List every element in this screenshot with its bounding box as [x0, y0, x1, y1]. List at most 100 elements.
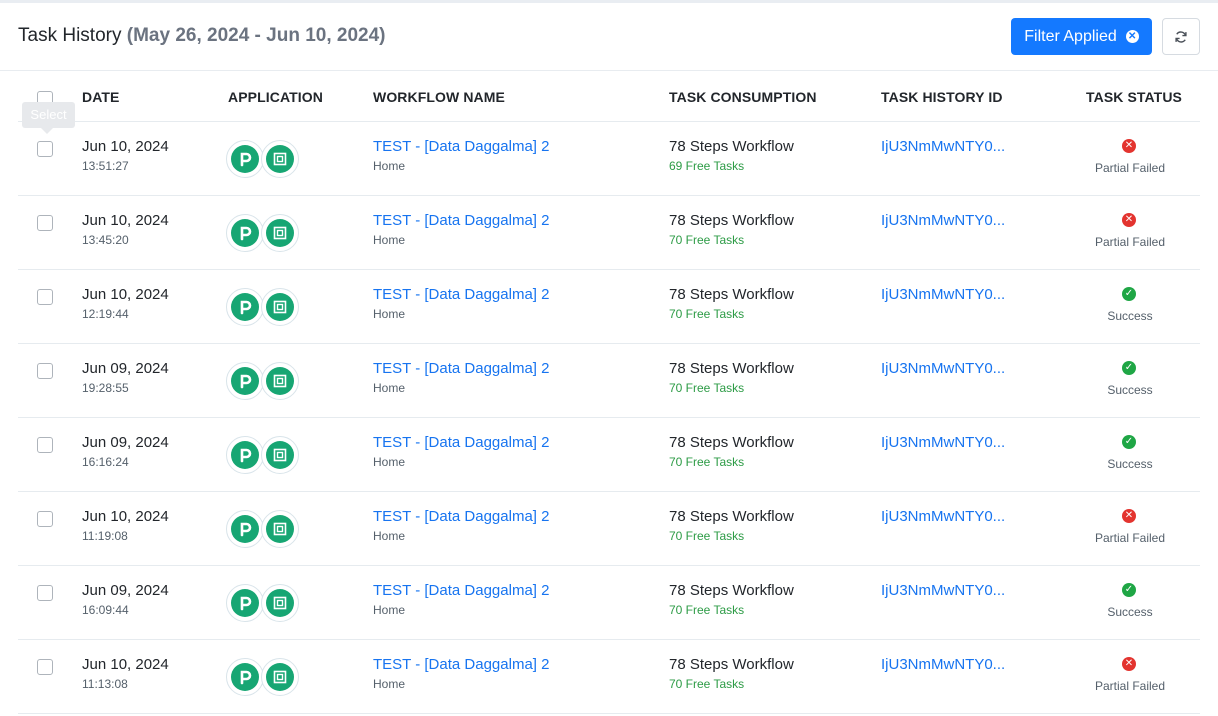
workflow-name-link[interactable]: TEST - [Data Daggalma] 2: [373, 286, 549, 303]
row-date: Jun 10, 2024: [82, 138, 169, 155]
pabbly-p-icon: [231, 293, 259, 321]
app-badge-module: [261, 584, 299, 622]
row-select-checkbox[interactable]: [37, 585, 53, 601]
workflow-name-link[interactable]: TEST - [Data Daggalma] 2: [373, 434, 549, 451]
row-select-checkbox[interactable]: [37, 215, 53, 231]
app-module-icon: [266, 293, 294, 321]
row-time: 13:51:27: [82, 159, 129, 173]
task-consumption-steps: 78 Steps Workflow: [669, 138, 794, 155]
row-date: Jun 10, 2024: [82, 286, 169, 303]
task-history-id-link[interactable]: IjU3NmMwNTY0...: [881, 508, 1005, 525]
task-status-text: Partial Failed: [1094, 531, 1166, 545]
column-header-task-status: TASK STATUS: [1086, 89, 1182, 105]
workflow-name-link[interactable]: TEST - [Data Daggalma] 2: [373, 212, 549, 229]
workflow-name-link[interactable]: TEST - [Data Daggalma] 2: [373, 508, 549, 525]
task-history-id-link[interactable]: IjU3NmMwNTY0...: [881, 138, 1005, 155]
filter-applied-label: Filter Applied: [1024, 27, 1117, 45]
refresh-icon: [1175, 30, 1187, 43]
row-divider: [18, 121, 1200, 122]
app-module-icon: [266, 589, 294, 617]
task-status-text: Partial Failed: [1094, 161, 1166, 175]
task-history-id-link[interactable]: IjU3NmMwNTY0...: [881, 434, 1005, 451]
app-module-icon: [266, 145, 294, 173]
row-select-checkbox[interactable]: [37, 511, 53, 527]
app-badge-module: [261, 436, 299, 474]
workflow-folder: Home: [373, 603, 406, 617]
app-module-icon: [266, 663, 294, 691]
task-consumption-steps: 78 Steps Workflow: [669, 212, 794, 229]
workflow-folder: Home: [373, 677, 406, 691]
success-status-icon: ✓: [1122, 583, 1136, 597]
refresh-button[interactable]: [1162, 18, 1200, 55]
workflow-name-link[interactable]: TEST - [Data Daggalma] 2: [373, 582, 549, 599]
task-consumption-steps: 78 Steps Workflow: [669, 360, 794, 377]
close-circle-icon[interactable]: ✕: [1125, 30, 1139, 43]
row-divider: [18, 713, 1200, 714]
pabbly-p-icon: [231, 441, 259, 469]
row-time: 19:28:55: [82, 381, 129, 395]
filter-applied-button[interactable]: Filter Applied ✕: [1011, 18, 1152, 55]
workflow-name-link[interactable]: TEST - [Data Daggalma] 2: [373, 656, 549, 673]
row-select-checkbox[interactable]: [37, 289, 53, 305]
task-consumption-steps: 78 Steps Workflow: [669, 434, 794, 451]
success-status-icon: ✓: [1122, 287, 1136, 301]
task-consumption-free: 69 Free Tasks: [669, 159, 745, 173]
task-status-text: Partial Failed: [1094, 235, 1166, 249]
row-time: 12:19:44: [82, 307, 129, 321]
workflow-name-link[interactable]: TEST - [Data Daggalma] 2: [373, 138, 549, 155]
app-module-icon: [266, 515, 294, 543]
select-tooltip: Select: [22, 102, 75, 134]
row-date: Jun 09, 2024: [82, 582, 169, 599]
row-divider: [18, 639, 1200, 640]
task-consumption-free: 70 Free Tasks: [669, 677, 745, 691]
pabbly-p-icon: [231, 219, 259, 247]
app-badge-pabbly: [226, 288, 264, 326]
column-header-application: APPLICATION: [228, 89, 323, 105]
row-select-checkbox[interactable]: [37, 141, 53, 157]
app-module-icon: [266, 367, 294, 395]
task-status-text: Success: [1107, 383, 1153, 397]
pabbly-p-icon: [231, 367, 259, 395]
row-date: Jun 10, 2024: [82, 656, 169, 673]
column-header-date[interactable]: DATE: [82, 89, 119, 105]
row-divider: [18, 269, 1200, 270]
task-history-id-link[interactable]: IjU3NmMwNTY0...: [881, 360, 1005, 377]
task-consumption-free: 70 Free Tasks: [669, 529, 745, 543]
pabbly-p-icon: [231, 145, 259, 173]
app-badge-pabbly: [226, 436, 264, 474]
row-time: 13:45:20: [82, 233, 129, 247]
task-history-id-link[interactable]: IjU3NmMwNTY0...: [881, 286, 1005, 303]
column-header-task-history-id: TASK HISTORY ID: [881, 89, 1003, 105]
row-time: 11:19:08: [82, 529, 128, 543]
task-status-text: Success: [1107, 457, 1153, 471]
task-history-id-link[interactable]: IjU3NmMwNTY0...: [881, 212, 1005, 229]
column-header-workflow-name: WORKFLOW NAME: [373, 89, 505, 105]
row-divider: [18, 343, 1200, 344]
page-title-text: Task History: [18, 25, 122, 46]
task-consumption-steps: 78 Steps Workflow: [669, 286, 794, 303]
task-status-text: Success: [1107, 309, 1153, 323]
row-divider: [18, 195, 1200, 196]
app-badge-pabbly: [226, 362, 264, 400]
row-select-checkbox[interactable]: [37, 659, 53, 675]
app-badge-module: [261, 140, 299, 178]
pabbly-p-icon: [231, 663, 259, 691]
failed-status-icon: ✕: [1122, 509, 1136, 523]
page-header: Task History (May 26, 2024 - Jun 10, 202…: [0, 3, 1218, 71]
row-time: 16:16:24: [82, 455, 129, 469]
task-consumption-free: 70 Free Tasks: [669, 307, 745, 321]
pabbly-p-icon: [231, 589, 259, 617]
task-history-id-link[interactable]: IjU3NmMwNTY0...: [881, 656, 1005, 673]
app-badge-module: [261, 362, 299, 400]
row-select-checkbox[interactable]: [37, 363, 53, 379]
row-select-checkbox[interactable]: [37, 437, 53, 453]
task-consumption-steps: 78 Steps Workflow: [669, 656, 794, 673]
app-module-icon: [266, 219, 294, 247]
workflow-name-link[interactable]: TEST - [Data Daggalma] 2: [373, 360, 549, 377]
workflow-folder: Home: [373, 381, 406, 395]
row-divider: [18, 565, 1200, 566]
task-consumption-free: 70 Free Tasks: [669, 603, 745, 617]
task-history-id-link[interactable]: IjU3NmMwNTY0...: [881, 582, 1005, 599]
row-date: Jun 10, 2024: [82, 212, 169, 229]
app-badge-module: [261, 658, 299, 696]
